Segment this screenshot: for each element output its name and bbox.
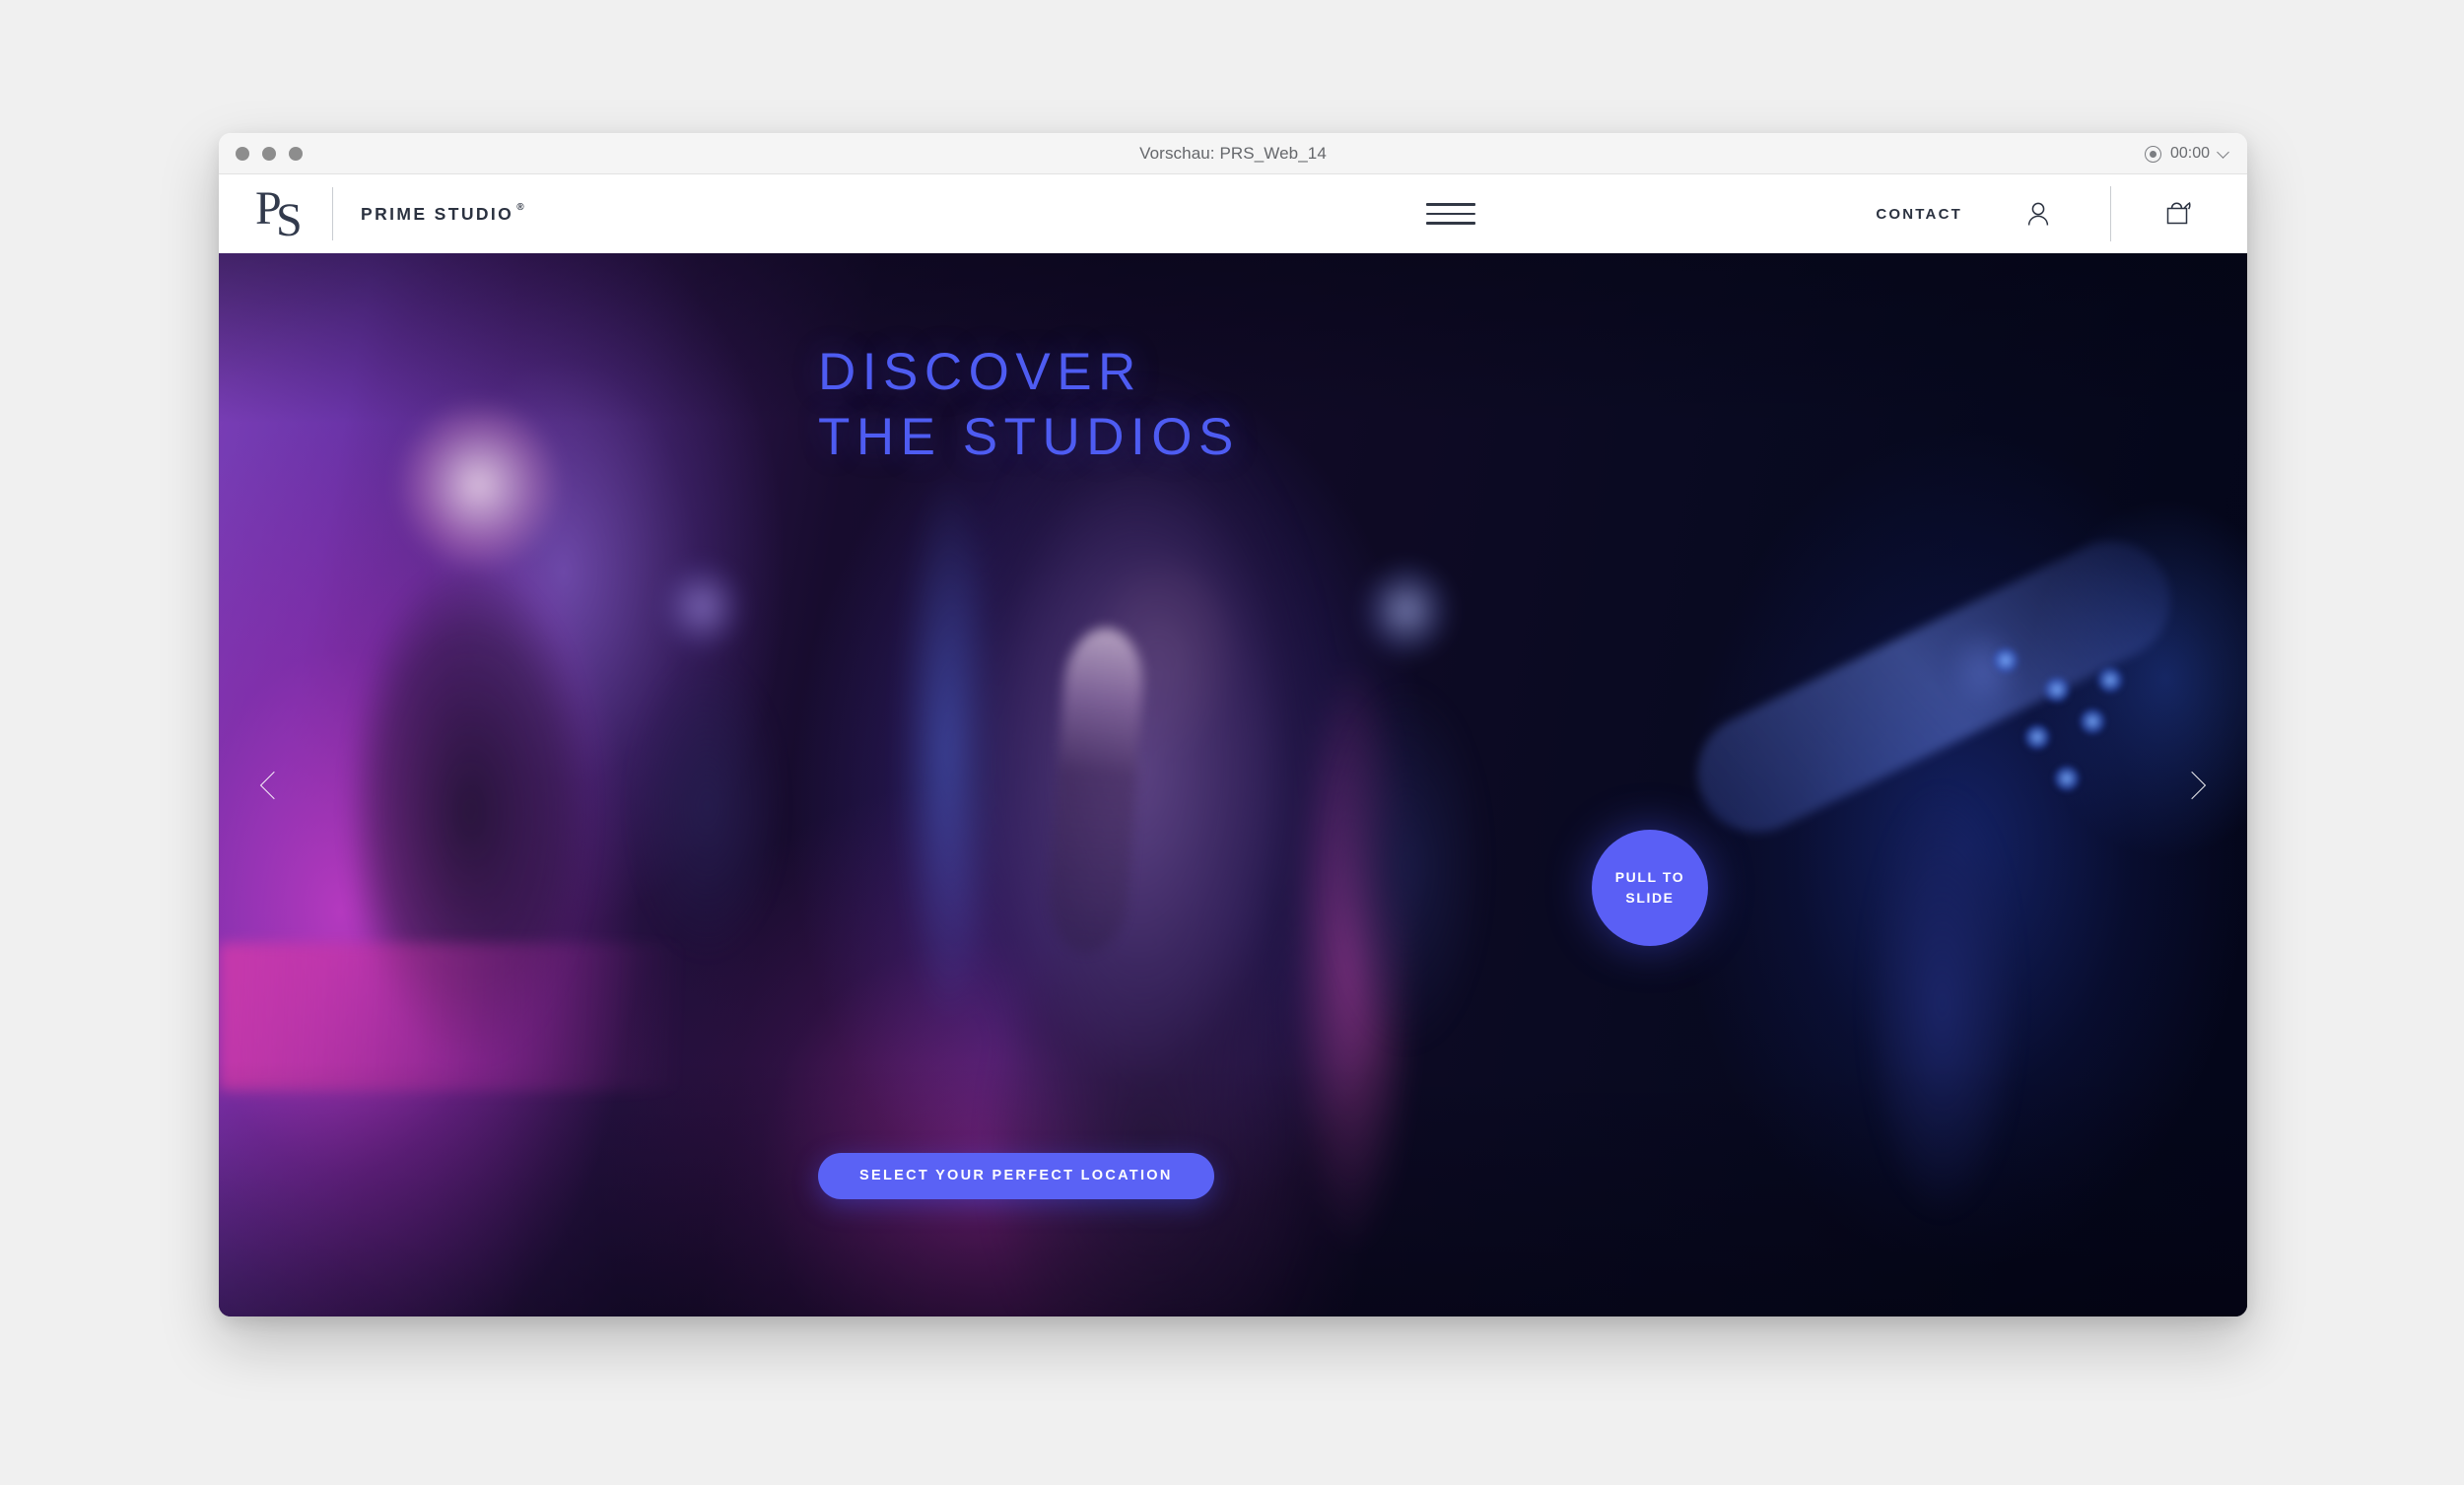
user-icon-svg — [2027, 202, 2049, 226]
menu-line — [1426, 212, 1475, 216]
brand-divider — [332, 187, 333, 240]
user-account-icon[interactable] — [2023, 199, 2053, 229]
chevron-right-icon[interactable] — [2172, 763, 2218, 808]
chevron-down-icon[interactable] — [2217, 145, 2229, 159]
navbar-right: CONTACT — [1876, 174, 2247, 253]
titlebar-controls: 00:00 — [2144, 133, 2229, 174]
pull-to-slide-button[interactable]: PULL TO SLIDE — [1592, 830, 1708, 946]
chevron-left-icon[interactable] — [248, 763, 294, 808]
record-icon[interactable] — [2144, 145, 2161, 163]
prime-studio-monogram-icon[interactable]: P S — [255, 183, 312, 244]
ps-logo-svg: P S — [256, 184, 303, 243]
hero-headline: DISCOVER THE STUDIOS — [818, 343, 1240, 466]
preview-window: Vorschau: PRS_Web_14 00:00 P S PRIME STU… — [219, 133, 2247, 1316]
shopping-bag-icon[interactable] — [2164, 197, 2196, 231]
window-titlebar: Vorschau: PRS_Web_14 00:00 — [219, 133, 2247, 174]
bag-icon-svg — [2166, 201, 2191, 225]
nav-item-contact[interactable]: CONTACT — [1876, 206, 1962, 223]
chevron-left-glyph — [259, 771, 289, 799]
brand-name[interactable]: PRIME STUDIO ® — [361, 201, 524, 225]
select-location-button[interactable]: SELECT YOUR PERFECT LOCATION — [818, 1153, 1214, 1199]
chevron-right-glyph — [2177, 771, 2207, 799]
brand-block[interactable]: P S PRIME STUDIO ® — [219, 174, 524, 253]
navbar-divider — [2110, 186, 2111, 241]
hamburger-menu-icon[interactable] — [1426, 199, 1475, 229]
registered-mark: ® — [516, 201, 524, 213]
window-title: Vorschau: PRS_Web_14 — [1139, 143, 1327, 163]
svg-text:S: S — [276, 194, 303, 243]
menu-line — [1426, 203, 1475, 206]
brand-name-text: PRIME STUDIO — [361, 203, 514, 224]
menu-line — [1426, 222, 1475, 225]
hero-slider: DISCOVER THE STUDIOS SELECT YOUR PERFECT… — [219, 253, 2247, 1316]
site-navbar: P S PRIME STUDIO ® CONTACT — [219, 174, 2247, 253]
timer-label: 00:00 — [2169, 145, 2210, 162]
